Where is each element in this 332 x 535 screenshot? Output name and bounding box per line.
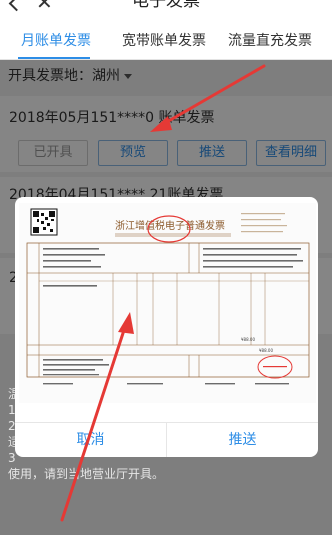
- annotation-arrow-preview: [150, 64, 266, 132]
- annotation-arrow-invoice: [60, 312, 134, 522]
- annotation-arrows: [60, 64, 266, 522]
